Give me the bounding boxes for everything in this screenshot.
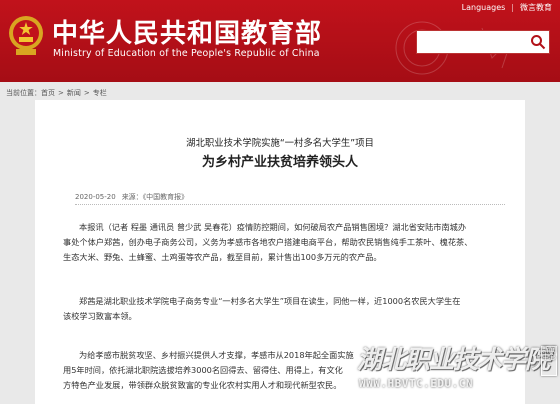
breadcrumb-news[interactable]: 新闻 [67,89,81,97]
paragraph-line: 生态大米、野兔、土蜂蜜、土鸡蛋等农产品，截至目前，累计售出100多万元的农产品。 [63,252,382,262]
paragraph-line: 郑茜是湖北职业技术学院电子商务专业“一村多名大学生”项目在读生，同他一样，近10… [79,296,461,306]
meta-divider [75,204,505,205]
breadcrumb-separator: > [58,89,64,97]
article-date: 2020-05-20 [75,193,116,201]
college-watermark: 湖北职业技术学院 WWW.HBVTC.EDU.CN 新闻中心 [357,340,557,398]
article-kicker: 湖北职业技术学院实施“一村多名大学生”项目 [186,138,374,149]
article-paragraph: 本报讯（记者 程墨 通讯员 曾少武 吴春花）疫情防控期间，如何破局农产品销售困境… [63,220,505,265]
watermark-text: 湖北职业技术学院 [357,345,550,374]
top-links: Languages | 微言教育 [462,2,552,13]
breadcrumb-column[interactable]: 专栏 [93,89,107,97]
weiyan-jiaoyu-link[interactable]: 微言教育 [520,3,552,12]
article-meta: 2020-05-20 来源：《中国教育报》 [75,192,188,202]
breadcrumb: 当前位置：首页 > 新闻 > 专栏 [6,88,107,98]
languages-link[interactable]: Languages [462,3,506,12]
link-separator: | [511,3,514,12]
watermark-url: WWW.HBVTC.EDU.CN [359,377,473,390]
search-icon[interactable] [530,34,546,50]
search-box [416,30,550,54]
site-header: 中华人民共和国教育部 Ministry of Education of the … [0,0,560,82]
site-title-cn[interactable]: 中华人民共和国教育部 [52,13,322,50]
site-title-en: Ministry of Education of the People's Re… [53,48,320,59]
article-headline: 为乡村产业扶贫培养领头人 [201,155,358,170]
national-emblem-icon [9,16,43,55]
paragraph-line: 该校学习致富本领。 [63,311,137,321]
paragraph-line: 事处个体户郑茜，创办电子商务公司，义务为孝感市各地农户搭建电商平台，帮助农民销售… [63,237,473,247]
breadcrumb-home[interactable]: 首页 [41,89,55,97]
article-source: 来源：《中国教育报》 [121,193,189,201]
paragraph-line: 本报讯（记者 程墨 通讯员 曾少武 吴春花）疫情防控期间，如何破局农产品销售困境… [79,222,467,232]
search-input[interactable] [417,31,525,53]
breadcrumb-separator: > [83,89,90,97]
article-paragraph: 郑茜是湖北职业技术学院电子商务专业“一村多名大学生”项目在读生，同他一样，近10… [63,294,505,324]
breadcrumb-prefix: 当前位置： [6,89,41,97]
watermark-badge: 新闻中心 [541,346,557,376]
